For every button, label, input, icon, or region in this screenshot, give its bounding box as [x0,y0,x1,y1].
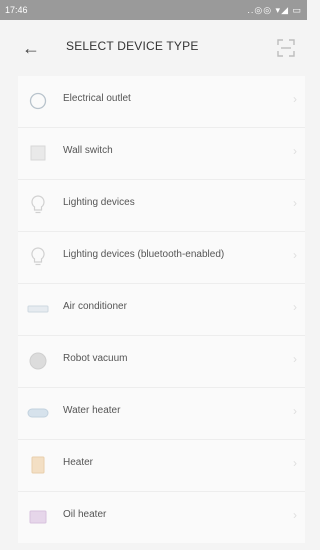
device-item-air-conditioner[interactable]: Air conditioner › [18,283,305,335]
chevron-right-icon: › [293,248,297,262]
device-item-robot-vacuum[interactable]: Robot vacuum › [18,335,305,387]
status-bar: 17:46 ..◎◎ ▾◢ ▭ [0,0,307,20]
device-item-water-heater[interactable]: Water heater › [18,387,305,439]
device-item-wall-switch[interactable]: Wall switch › [18,127,305,179]
device-item-label: Electrical outlet [63,93,131,104]
chevron-right-icon: › [293,196,297,210]
device-item-label: Heater [63,457,94,468]
device-item-label: Oil heater [63,509,107,520]
water-heater-icon [26,401,50,425]
status-icons: ..◎◎ ▾◢ ▭ [247,5,302,15]
device-item-lighting-devices[interactable]: Lighting devices › [18,179,305,231]
back-arrow-icon: ← [22,38,40,58]
chevron-right-icon: › [293,352,297,366]
chevron-right-icon: › [293,508,297,522]
bulb-icon [26,245,50,269]
device-item-label: Robot vacuum [63,353,128,364]
device-item-label: Lighting devices (bluetooth-enabled) [63,249,225,260]
heater-icon [26,453,50,477]
device-type-list: Electrical outlet › Wall switch › Lighti… [18,76,305,543]
chevron-right-icon: › [293,92,297,106]
device-item-electrical-outlet[interactable]: Electrical outlet › [18,76,305,127]
back-button[interactable]: ← [18,36,44,60]
chevron-right-icon: › [293,404,297,418]
scan-button[interactable] [275,37,297,59]
scan-icon [277,39,295,57]
device-item-label: Air conditioner [63,301,127,312]
air-conditioner-icon [26,297,50,321]
device-item-label: Water heater [63,405,121,416]
outlet-icon [26,89,50,113]
chevron-right-icon: › [293,456,297,470]
header: ← SELECT DEVICE TYPE [0,20,307,76]
device-item-label: Wall switch [63,145,113,156]
oil-heater-icon [26,505,50,529]
device-item-lighting-devices-bluetooth[interactable]: Lighting devices (bluetooth-enabled) › [18,231,305,283]
chevron-right-icon: › [293,300,297,314]
device-item-label: Lighting devices [63,197,135,208]
status-time: 17:46 [5,5,28,15]
device-item-oil-heater[interactable]: Oil heater › [18,491,305,543]
page-title: SELECT DEVICE TYPE [66,39,199,53]
device-item-heater[interactable]: Heater › [18,439,305,491]
bulb-icon [26,193,50,217]
robot-vacuum-icon [26,349,50,373]
wall-switch-icon [26,141,50,165]
chevron-right-icon: › [293,144,297,158]
